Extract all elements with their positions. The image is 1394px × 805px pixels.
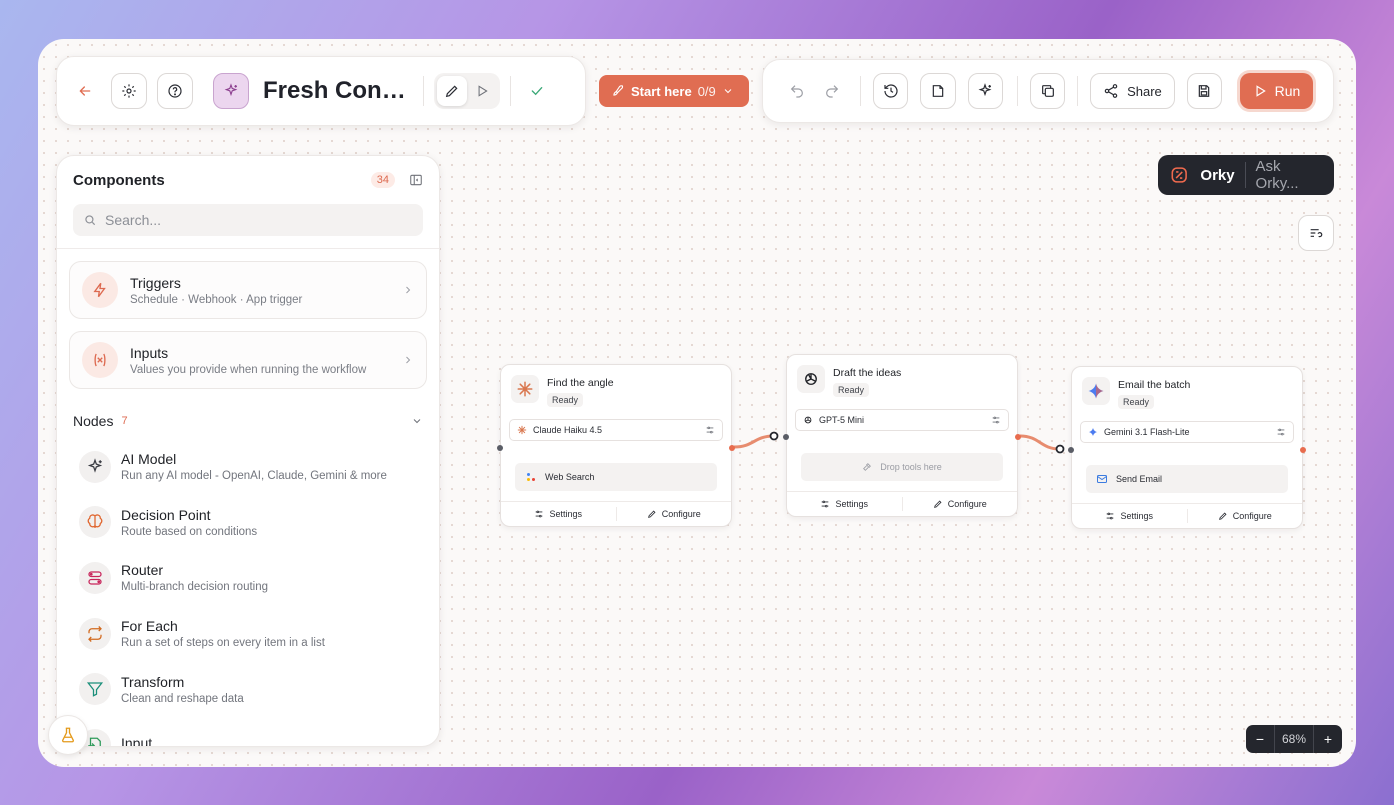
model-selector[interactable]: GPT-5 Mini [795, 409, 1009, 431]
node-settings-button[interactable]: Settings [501, 509, 616, 519]
model-name: Claude Haiku 4.5 [533, 425, 603, 435]
claude-logo-icon [517, 425, 527, 435]
settings-label: Settings [1120, 511, 1154, 521]
tools-dropzone[interactable]: Drop tools here [801, 453, 1003, 481]
settings-label: Settings [835, 499, 869, 509]
model-selector[interactable]: Gemini 3.1 Flash-Lite [1080, 421, 1294, 443]
node-configure-button[interactable]: Configure [1188, 511, 1303, 521]
sliders-icon [1107, 512, 1114, 520]
openai-logo-icon [804, 416, 812, 424]
gemini-logo-icon [1088, 427, 1098, 437]
web-search-icon [527, 473, 535, 481]
settings-label: Settings [549, 509, 583, 519]
connector-handle [1055, 444, 1065, 454]
model-selector[interactable]: Claude Haiku 4.5 [509, 419, 723, 441]
pencil-icon [933, 500, 942, 508]
sliders-icon[interactable] [991, 415, 1001, 425]
node-configure-button[interactable]: Configure [617, 509, 732, 519]
tool-name: Send Email [1116, 474, 1163, 484]
connector-1-2 [733, 434, 775, 449]
pencil-icon [647, 510, 656, 518]
workflow-node-draft-the-ideas[interactable]: Draft the ideas Ready GPT-5 Mini Drop to… [783, 354, 1021, 517]
workflow-canvas[interactable]: Fresh Content Ideas Start here 0/9 [38, 39, 1356, 767]
workflow-node-email-the-batch[interactable]: Email the batch Ready Gemini 3.1 Flash-L… [1068, 366, 1306, 529]
openai-logo-icon [797, 365, 825, 393]
sliders-icon[interactable] [1276, 427, 1286, 437]
connector-2-3 [1019, 434, 1061, 451]
sliders-icon [536, 510, 543, 518]
output-port[interactable] [729, 445, 735, 451]
mail-icon [1097, 475, 1107, 483]
zoom-level: 68% [1274, 725, 1314, 753]
output-port[interactable] [1015, 434, 1021, 440]
tool-name: Drop tools here [880, 462, 942, 472]
node-status-badge: Ready [833, 383, 870, 397]
claude-logo-icon [511, 375, 539, 403]
tool-chip[interactable]: Send Email [1086, 465, 1288, 493]
zoom-in-button[interactable]: + [1314, 725, 1342, 753]
hammer-icon [863, 463, 872, 471]
node-settings-button[interactable]: Settings [1072, 511, 1187, 521]
sliders-icon [822, 500, 829, 508]
tool-chip[interactable]: Web Search [515, 463, 717, 491]
configure-label: Configure [1232, 511, 1272, 521]
tool-name: Web Search [545, 472, 595, 482]
pencil-icon [1218, 512, 1227, 520]
connector-handle [769, 431, 779, 441]
sliders-icon[interactable] [705, 425, 715, 435]
configure-label: Configure [661, 509, 701, 519]
configure-label: Configure [947, 499, 987, 509]
zoom-out-button[interactable]: − [1246, 725, 1274, 753]
output-port[interactable] [1300, 447, 1306, 453]
input-port[interactable] [497, 445, 503, 451]
node-title: Find the angle [547, 377, 614, 389]
workflow-node-find-the-angle[interactable]: Find the angle Ready Claude Haiku 4.5 We… [497, 364, 735, 527]
node-title: Email the batch [1118, 379, 1191, 391]
zoom-control: − 68% + [1246, 725, 1342, 753]
input-port[interactable] [783, 434, 789, 440]
model-name: Gemini 3.1 Flash-Lite [1104, 427, 1190, 437]
node-status-badge: Ready [547, 393, 584, 407]
node-title: Draft the ideas [833, 367, 902, 379]
node-status-badge: Ready [1118, 395, 1155, 409]
gemini-logo-icon [1082, 377, 1110, 405]
model-name: GPT-5 Mini [819, 415, 865, 425]
input-port[interactable] [1068, 447, 1074, 453]
node-configure-button[interactable]: Configure [903, 499, 1018, 509]
node-settings-button[interactable]: Settings [787, 499, 902, 509]
